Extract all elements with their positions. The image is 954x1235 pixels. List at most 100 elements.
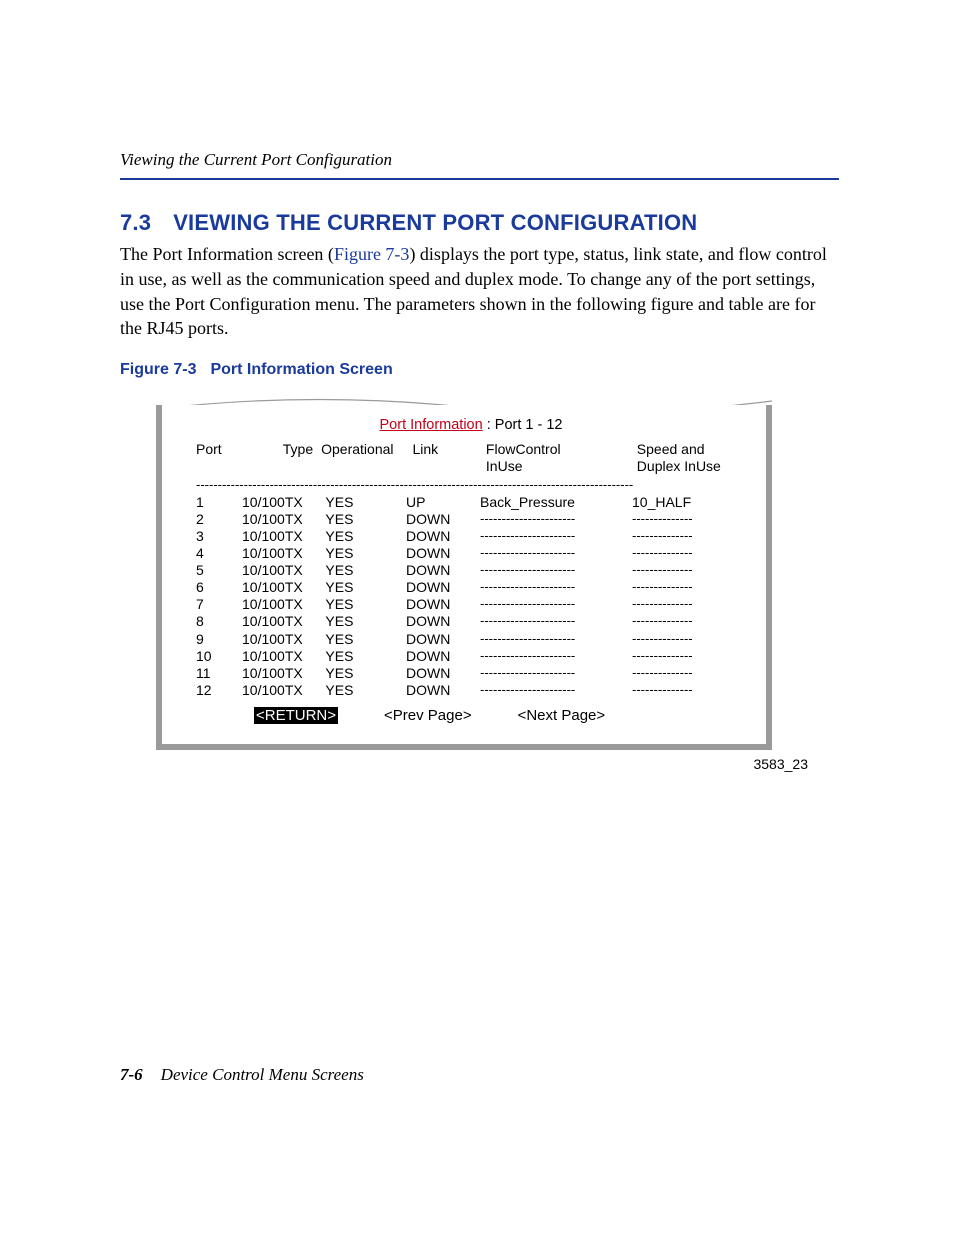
cell-link: DOWN <box>406 631 480 648</box>
cell-flowcontrol: ---------------------- <box>480 562 632 579</box>
table-row: 810/100TX YESDOWN-----------------------… <box>196 613 746 630</box>
cell-speed-duplex: -------------- <box>632 528 742 545</box>
section-number: 7.3 <box>120 210 151 235</box>
cell-operational: YES <box>314 682 406 699</box>
figure-id: 3583_23 <box>156 756 808 772</box>
return-button[interactable]: <RETURN> <box>254 707 338 724</box>
table-row: 1010/100TX YESDOWN----------------------… <box>196 648 746 665</box>
cell-link: DOWN <box>406 511 480 528</box>
cell-link: DOWN <box>406 682 480 699</box>
cell-type: 10/100TX <box>242 528 314 545</box>
cell-port: 1 <box>196 494 242 511</box>
col-operational: Operational <box>321 441 412 458</box>
cell-operational: YES <box>314 528 406 545</box>
table-row: 210/100TX YESDOWN-----------------------… <box>196 511 746 528</box>
cell-type: 10/100TX <box>242 596 314 613</box>
cell-link: DOWN <box>406 545 480 562</box>
cell-flowcontrol: ---------------------- <box>480 579 632 596</box>
cell-port: 12 <box>196 682 242 699</box>
cell-type: 10/100TX <box>242 511 314 528</box>
cell-type: 10/100TX <box>242 631 314 648</box>
table-row: 710/100TX YESDOWN-----------------------… <box>196 596 746 613</box>
table-row: 410/100TX YESDOWN-----------------------… <box>196 545 746 562</box>
cell-flowcontrol: ---------------------- <box>480 648 632 665</box>
cell-speed-duplex: -------------- <box>632 665 742 682</box>
figure-wrap: Port Information : Port 1 - 12 Port Type… <box>156 405 772 750</box>
table-row: 1110/100TX YESDOWN----------------------… <box>196 665 746 682</box>
cell-link: DOWN <box>406 562 480 579</box>
cell-link: DOWN <box>406 613 480 630</box>
terminal-title-rest: : Port 1 - 12 <box>483 417 563 433</box>
running-head: Viewing the Current Port Configuration <box>120 150 839 170</box>
chapter-name: Device Control Menu Screens <box>161 1065 364 1084</box>
cell-link: DOWN <box>406 528 480 545</box>
cell-type: 10/100TX <box>242 579 314 596</box>
cell-speed-duplex: -------------- <box>632 596 742 613</box>
cell-operational: YES <box>314 648 406 665</box>
col-speed-l1: Speed and <box>637 441 746 458</box>
cell-port: 11 <box>196 665 242 682</box>
cell-speed-duplex: -------------- <box>632 613 742 630</box>
cell-type: 10/100TX <box>242 682 314 699</box>
table-row: 910/100TX YESDOWN-----------------------… <box>196 631 746 648</box>
cell-operational: YES <box>314 545 406 562</box>
section-heading: 7.3 VIEWING THE CURRENT PORT CONFIGURATIO… <box>120 210 839 236</box>
cell-speed-duplex: -------------- <box>632 648 742 665</box>
col-flowcontrol-l2: InUse <box>486 458 637 475</box>
table-row: 310/100TX YESDOWN-----------------------… <box>196 528 746 545</box>
header-rule <box>120 178 839 180</box>
terminal-screen: Port Information : Port 1 - 12 Port Type… <box>156 405 772 750</box>
cell-speed-duplex: -------------- <box>632 682 742 699</box>
cell-flowcontrol: Back_Pressure <box>480 494 632 511</box>
cell-link: UP <box>406 494 480 511</box>
cell-flowcontrol: ---------------------- <box>480 613 632 630</box>
cell-port: 7 <box>196 596 242 613</box>
col-type: Type <box>242 441 321 458</box>
cell-type: 10/100TX <box>242 494 314 511</box>
cell-port: 5 <box>196 562 242 579</box>
cell-operational: YES <box>314 579 406 596</box>
figure-caption: Figure 7-3 Port Information Screen <box>120 361 839 379</box>
cell-flowcontrol: ---------------------- <box>480 631 632 648</box>
page-footer: 7-6 Device Control Menu Screens <box>120 1065 364 1085</box>
cell-type: 10/100TX <box>242 648 314 665</box>
prev-page-button[interactable]: <Prev Page> <box>384 707 472 724</box>
figure-label: Figure 7-3 <box>120 361 196 378</box>
cell-type: 10/100TX <box>242 613 314 630</box>
col-flowcontrol-l1: FlowControl <box>486 441 637 458</box>
terminal-header: Port Type Operational Link FlowControl S… <box>196 441 746 475</box>
terminal-title: Port Information : Port 1 - 12 <box>196 417 746 433</box>
cell-flowcontrol: ---------------------- <box>480 665 632 682</box>
cell-port: 3 <box>196 528 242 545</box>
cell-port: 2 <box>196 511 242 528</box>
cell-operational: YES <box>314 631 406 648</box>
cell-flowcontrol: ---------------------- <box>480 596 632 613</box>
cell-flowcontrol: ---------------------- <box>480 528 632 545</box>
table-row: 610/100TX YESDOWN-----------------------… <box>196 579 746 596</box>
cell-speed-duplex: -------------- <box>632 579 742 596</box>
cell-speed-duplex: -------------- <box>632 562 742 579</box>
next-page-button[interactable]: <Next Page> <box>518 707 606 724</box>
cell-flowcontrol: ---------------------- <box>480 545 632 562</box>
section-title-text: VIEWING THE CURRENT PORT CONFIGURATION <box>173 210 697 235</box>
page-number: 7-6 <box>120 1065 143 1084</box>
cell-speed-duplex: -------------- <box>632 511 742 528</box>
cell-operational: YES <box>314 511 406 528</box>
cell-port: 6 <box>196 579 242 596</box>
cell-port: 10 <box>196 648 242 665</box>
cell-port: 8 <box>196 613 242 630</box>
cell-speed-duplex: 10_HALF <box>632 494 742 511</box>
figure-caption-text: Port Information Screen <box>210 361 392 378</box>
col-port: Port <box>196 441 242 458</box>
body-pre: The Port Information screen ( <box>120 244 334 264</box>
cell-type: 10/100TX <box>242 562 314 579</box>
col-speed-l2: Duplex InUse <box>637 458 746 475</box>
cell-port: 4 <box>196 545 242 562</box>
cell-operational: YES <box>314 613 406 630</box>
cell-link: DOWN <box>406 648 480 665</box>
cell-link: DOWN <box>406 665 480 682</box>
table-row: 510/100TX YESDOWN-----------------------… <box>196 562 746 579</box>
figure-xref[interactable]: Figure 7-3 <box>334 244 410 264</box>
page: Viewing the Current Port Configuration 7… <box>0 0 954 1235</box>
cell-operational: YES <box>314 562 406 579</box>
